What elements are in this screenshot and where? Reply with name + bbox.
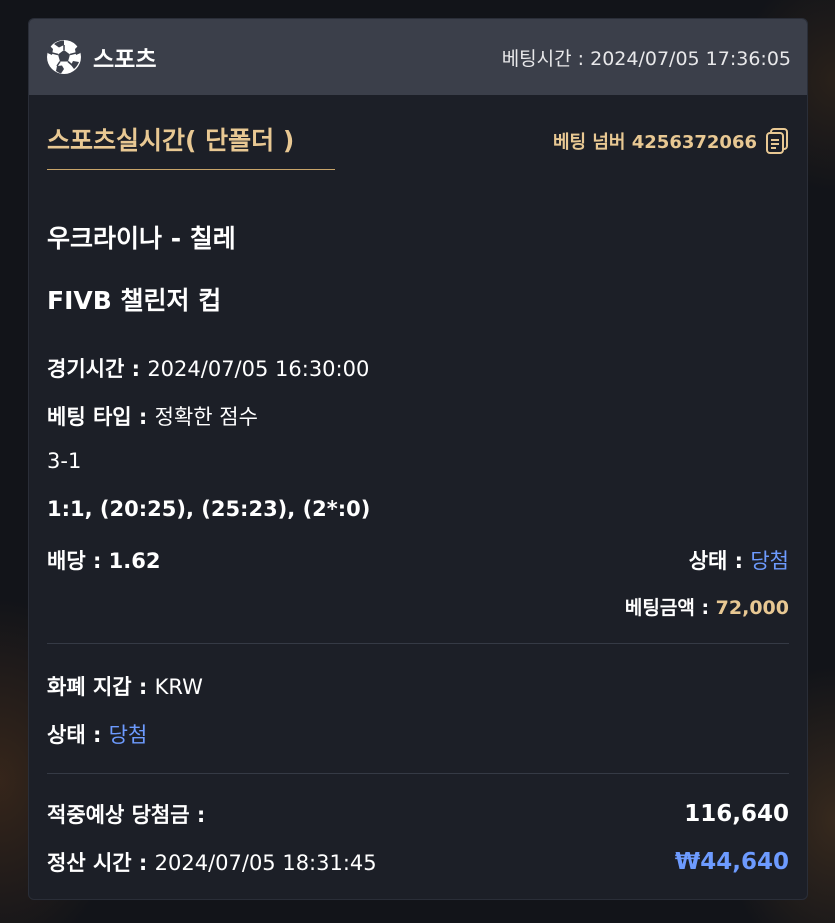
currency-label: 화폐 지갑 : (47, 675, 155, 699)
bet-time-label: 베팅시간 : (501, 47, 591, 70)
bet-time: 베팅시간 : 2024/07/05 17:36:05 (502, 44, 791, 71)
match-name: 우크라이나 - 칠레 (47, 224, 236, 253)
wallet-status-badge: 당첨 (108, 723, 148, 747)
wallet-status-label: 상태 : (47, 723, 109, 747)
odds-status-row: 배당 : 1.62 상태 : 당첨 (47, 545, 789, 575)
game-time-label: 경기시간 : (47, 357, 148, 381)
status-label: 상태 : (688, 549, 751, 573)
bet-number-label: 베팅 넘버 (552, 132, 632, 153)
pick-row: 3-1 (47, 449, 789, 473)
odds-label: 배당 : (47, 549, 109, 573)
bet-time-value: 2024/07/05 17:36:05 (590, 47, 791, 70)
bet-amount-row: 베팅금액 : 72,000 (47, 593, 789, 620)
status-badge: 당첨 (750, 549, 789, 573)
expected-payout-value: 116,640 (684, 801, 789, 827)
game-time-row: 경기시간 : 2024/07/05 16:30:00 (47, 353, 789, 383)
currency-value: KRW (154, 675, 203, 699)
wallet-status-row: 상태 : 당첨 (47, 719, 789, 749)
bet-ticket-card: 스포츠 베팅시간 : 2024/07/05 17:36:05 스포츠실시간( 단… (28, 18, 808, 900)
header-title: 스포츠 (93, 47, 157, 73)
bet-type-label: 베팅 타입 : (47, 405, 155, 429)
header-left: 스포츠 (45, 38, 156, 76)
bet-amount-label: 베팅금액 : (624, 597, 716, 619)
ticket-top: 스포츠실시간( 단폴더 ) 베팅 넘버 4256372066 (29, 95, 807, 191)
bet-amount-value: 72,000 (715, 597, 789, 619)
game-time-value: 2024/07/05 16:30:00 (147, 357, 370, 381)
score-detail: 1:1, (20:25), (25:23), (2*:0) (47, 497, 371, 521)
bet-category-title: 스포츠실시간( 단폴더 ) (47, 121, 335, 170)
divider (47, 643, 789, 644)
expected-payout-label: 적중예상 당첨금 : (47, 803, 206, 827)
league-name: FIVB 챌린저 컵 (47, 286, 222, 315)
divider (47, 773, 789, 774)
pick-value: 3-1 (47, 449, 82, 473)
bet-type-row: 베팅 타입 : 정확한 점수 (47, 401, 789, 431)
settle-label: 정산 시간 : (47, 851, 155, 875)
odds-value: 1.62 (108, 549, 161, 573)
soccer-ball-icon (45, 38, 83, 76)
card-header: 스포츠 베팅시간 : 2024/07/05 17:36:05 (29, 19, 807, 95)
expected-payout-row: 적중예상 당첨금 : 116,640 (47, 799, 789, 829)
bet-type-value: 정확한 점수 (154, 405, 258, 429)
score-detail-row: 1:1, (20:25), (25:23), (2*:0) (47, 497, 789, 521)
won-amount: ₩44,640 (674, 849, 789, 875)
currency-row: 화폐 지갑 : KRW (47, 671, 789, 701)
copy-icon[interactable] (765, 127, 789, 155)
bet-number[interactable]: 베팅 넘버 4256372066 (553, 127, 789, 155)
settle-value: 2024/07/05 18:31:45 (154, 851, 377, 875)
settle-row: 정산 시간 : 2024/07/05 18:31:45 ₩44,640 (47, 847, 789, 877)
bet-number-value: 4256372066 (631, 132, 757, 153)
